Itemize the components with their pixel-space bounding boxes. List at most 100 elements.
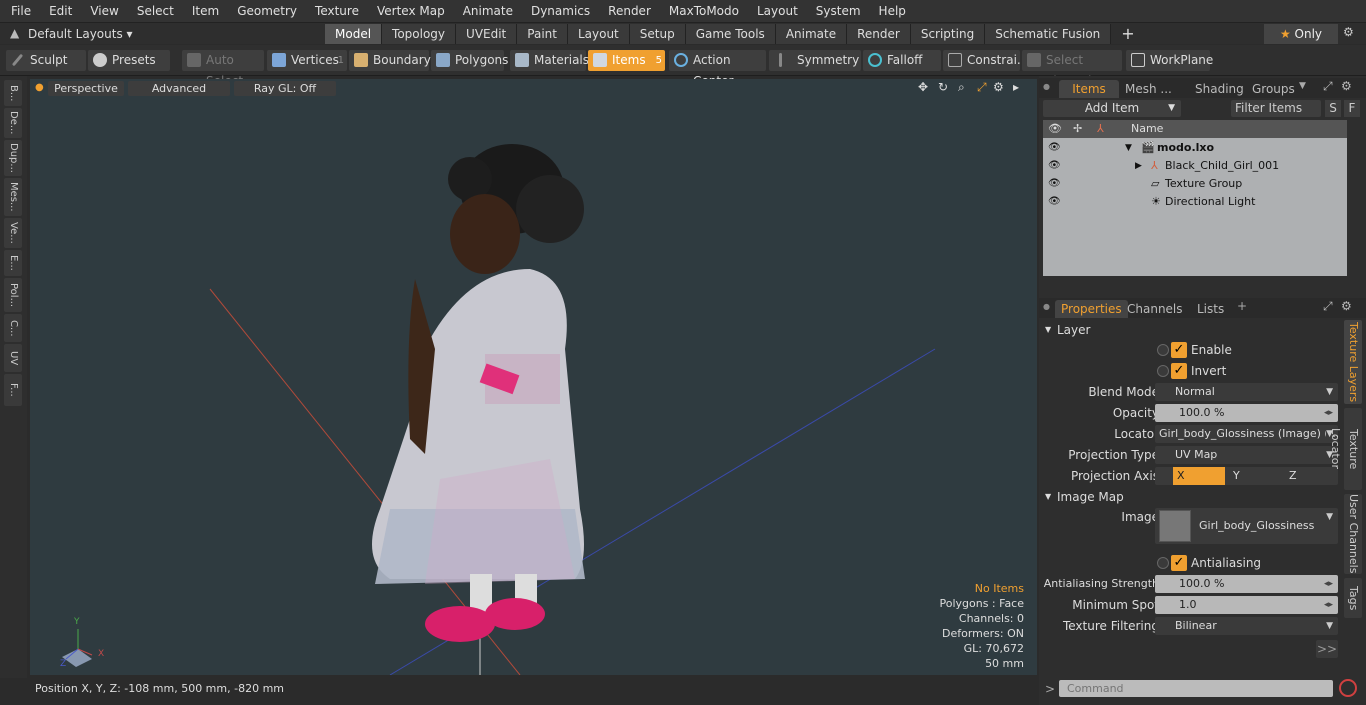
eye-icon[interactable]: 👁 [1048,157,1061,175]
menu-dynamics[interactable]: Dynamics [520,0,597,22]
tab-paint[interactable]: Paint [517,24,568,44]
falloff-button[interactable]: Falloff [863,50,941,71]
default-layouts-dropdown[interactable]: Default Layouts ▾ [28,23,133,45]
tab-topology[interactable]: Topology [382,24,457,44]
tab-game-tools[interactable]: Game Tools [685,24,776,44]
tab-mesh[interactable]: Mesh ... [1119,80,1178,98]
filter-items-input[interactable]: Filter Items [1231,100,1321,117]
antialiasing-checkbox[interactable]: ✓ [1171,555,1187,571]
gear-icon[interactable]: ⚙ [1343,25,1354,39]
panel-maximize-icon[interactable]: ⤢ [1323,79,1333,94]
menu-vertex-map[interactable]: Vertex Map [366,0,452,22]
list-item-modo-lxo[interactable]: 👁 ▼ 🎬 modo.lxo [1043,139,1347,157]
tab-shading[interactable]: Shading [1189,80,1250,98]
side-tab-texture-layers[interactable]: Texture Layers [1344,320,1362,404]
expand-arrow-icon[interactable]: ▶ [1135,157,1142,175]
antialiasing-circle[interactable] [1157,557,1169,569]
tab-channels[interactable]: Channels [1121,300,1189,318]
left-tab-edge[interactable]: E... [4,250,22,276]
list-item-directional-light[interactable]: 👁 ☀ Directional Light [1043,193,1347,211]
presets-button[interactable]: Presets [88,50,170,71]
symmetry-button[interactable]: Symmetry [769,50,861,71]
opacity-slider[interactable]: 100.0 % ◂▸ [1155,404,1338,422]
invert-circle[interactable] [1157,365,1169,377]
panel-menu-icon[interactable]: ● [1043,82,1050,91]
polygons-button[interactable]: Polygons [431,50,508,71]
select-through-button[interactable]: Select Through [1022,50,1122,88]
action-center-button[interactable]: Action Center [669,50,766,88]
constraints-button[interactable]: Constrai... [943,50,1028,71]
menu-edit[interactable]: Edit [38,0,79,22]
collapse-arrow-icon[interactable]: ▼ [1125,139,1132,157]
image-map-section[interactable]: ▼ Image Map [1045,489,1339,505]
workplane-button[interactable]: WorkPlane [1126,50,1213,71]
add-tab-icon[interactable]: + [1111,24,1144,44]
tab-lists[interactable]: Lists [1191,300,1230,318]
locator-select[interactable]: Girl_body_Glossiness (Image) ( ...▼ [1155,425,1338,443]
image-select[interactable]: Girl_body_Glossiness ▼ [1155,508,1338,544]
aa-strength-slider[interactable]: 100.0 % ◂▸ [1155,575,1338,593]
record-icon[interactable] [1339,679,1357,697]
layer-section[interactable]: ▼ Layer [1045,322,1339,338]
tab-properties[interactable]: Properties [1055,300,1128,318]
menu-select[interactable]: Select [126,0,181,22]
panel-dropdown-icon[interactable]: ▼ [1299,81,1306,91]
left-tab-duplicate[interactable]: Dup... [4,140,22,176]
menu-file[interactable]: File [0,0,38,22]
tab-uvedit[interactable]: UVEdit [456,24,518,44]
eye-icon[interactable]: 👁 [1048,139,1061,157]
command-input[interactable] [1059,680,1333,697]
items-button[interactable]: Items 5 [588,50,665,71]
sculpt-button[interactable]: Sculpt [6,50,86,71]
left-tab-basic[interactable]: B... [4,80,22,106]
more-button[interactable]: >> [1316,640,1338,658]
menu-maxtomodo[interactable]: MaxToModo [658,0,746,22]
menu-texture[interactable]: Texture [304,0,366,22]
menu-system[interactable]: System [805,0,868,22]
invert-checkbox[interactable]: ✓ [1171,363,1187,379]
panel-gear-icon[interactable]: ⚙ [1341,299,1352,313]
tab-animate[interactable]: Animate [775,24,848,44]
eye-icon[interactable]: 👁 [1048,193,1061,211]
left-tab-mesh-edit[interactable]: Mes... [4,178,22,216]
filter-s-button[interactable]: S [1325,100,1341,117]
boundary-button[interactable]: Boundary [349,50,431,71]
left-tab-uv[interactable]: UV [4,344,22,372]
side-tab-texture-locator[interactable]: Texture Locator [1329,408,1362,490]
tab-scripting[interactable]: Scripting [910,24,986,44]
menu-animate[interactable]: Animate [452,0,520,22]
collapse-up-icon[interactable]: ▲ [10,26,19,40]
left-tab-vertex[interactable]: Ve... [4,218,22,248]
eye-icon[interactable]: 👁 [1048,175,1061,193]
panel-menu-icon[interactable]: ● [1043,302,1050,311]
enable-circle[interactable] [1157,344,1169,356]
tab-model[interactable]: Model [325,24,383,44]
side-tab-user-channels[interactable]: User Channels [1344,494,1362,574]
list-item-child-girl[interactable]: 👁 ▶ ⅄ Black_Child_Girl_001 [1043,157,1347,175]
3d-viewport[interactable]: ● Perspective Advanced Ray GL: Off ✥ ↻ ⌕… [30,79,1037,675]
texture-filtering-select[interactable]: Bilinear ▼ [1155,617,1338,635]
menu-view[interactable]: View [79,0,125,22]
tab-groups[interactable]: Groups [1246,80,1301,98]
left-tab-curve[interactable]: C... [4,314,22,342]
filter-f-button[interactable]: F [1344,100,1360,117]
axis-y-button[interactable]: Y [1229,467,1281,485]
side-tab-tags[interactable]: Tags [1344,578,1362,618]
menu-render[interactable]: Render [597,0,658,22]
enable-checkbox[interactable]: ✓ [1171,342,1187,358]
add-item-dropdown[interactable]: Add Item ▼ [1043,100,1181,117]
tab-setup[interactable]: Setup [629,24,686,44]
menu-geometry[interactable]: Geometry [226,0,304,22]
tab-layout[interactable]: Layout [567,24,630,44]
left-tab-polygon[interactable]: Pol... [4,278,22,312]
auto-select-button[interactable]: Auto Select [182,50,264,88]
blend-mode-select[interactable]: Normal ▼ [1155,383,1338,401]
left-tab-fusion[interactable]: F... [4,374,22,406]
panel-gear-icon[interactable]: ⚙ [1341,79,1352,93]
menu-item[interactable]: Item [181,0,226,22]
axis-x-button[interactable]: X [1173,467,1225,485]
tab-items[interactable]: Items [1059,80,1119,98]
left-tab-deform[interactable]: De... [4,108,22,138]
list-item-texture-group[interactable]: 👁 ▱ Texture Group [1043,175,1347,193]
projection-type-select[interactable]: UV Map▼ [1155,446,1338,464]
